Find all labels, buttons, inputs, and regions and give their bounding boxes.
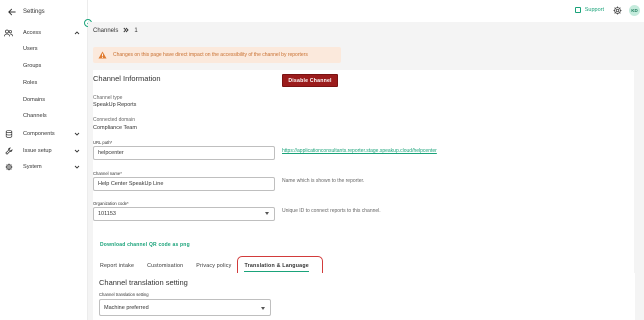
organization-code-select[interactable]: 101153 xyxy=(93,207,275,221)
avatar[interactable]: KD xyxy=(629,5,640,16)
wrench-icon xyxy=(4,147,13,156)
double-chevron-right-icon xyxy=(123,27,129,35)
breadcrumb-channels[interactable]: Channels xyxy=(93,28,118,34)
channel-information-heading: Channel Information xyxy=(93,74,161,83)
disable-channel-button[interactable]: Disable Channel xyxy=(282,74,338,87)
support-link[interactable]: Support xyxy=(574,7,604,13)
sidebar-section-access[interactable]: Access xyxy=(0,27,88,39)
top-bar: Support KD xyxy=(88,0,644,23)
url-path-label: URL path* xyxy=(93,140,113,145)
sidebar-section-label: System xyxy=(23,164,42,170)
reporter-url-link[interactable]: https://applicationconsultants.reporter.… xyxy=(282,148,437,154)
arrow-left-icon[interactable] xyxy=(7,7,17,17)
organization-code-label: Organization code* xyxy=(93,201,129,206)
warning-banner: Changes on this page have direct impact … xyxy=(93,47,341,63)
chevron-down-icon[interactable] xyxy=(74,131,80,137)
translation-setting-select[interactable]: Machine preferred xyxy=(99,299,271,316)
warning-text: Changes on this page have direct impact … xyxy=(113,52,308,58)
channel-type-label: Channel type xyxy=(93,95,123,101)
sidebar: Settings Access Users Groups Roles Domai… xyxy=(0,0,88,320)
breadcrumb-current: 1 xyxy=(134,28,138,34)
sidebar-item-domains[interactable]: Domains xyxy=(23,97,45,103)
support-icon xyxy=(574,7,581,13)
channel-name-label: Channel name* xyxy=(93,171,122,176)
tab-report-intake[interactable]: Report intake xyxy=(100,260,134,272)
channel-type-value: SpeakUp Reports xyxy=(93,102,137,108)
sidebar-item-roles[interactable]: Roles xyxy=(23,80,37,86)
caret-down-icon xyxy=(265,212,269,215)
tab-customisation[interactable]: Customisation xyxy=(147,260,183,272)
url-path-input[interactable]: helpcenter xyxy=(93,146,275,160)
translation-settings-panel: Channel translation setting Channel tran… xyxy=(93,273,635,320)
sidebar-section-issue-setup[interactable]: Issue setup xyxy=(0,145,88,157)
tab-privacy-policy[interactable]: Privacy policy xyxy=(196,260,231,272)
sidebar-header[interactable]: Settings xyxy=(7,7,45,17)
organization-code-help: Unique ID to connect reports to this cha… xyxy=(282,208,381,214)
translation-heading: Channel translation setting xyxy=(99,278,188,287)
chevron-down-icon[interactable] xyxy=(74,148,80,154)
sidebar-section-label: Access xyxy=(23,30,42,36)
connected-domain-label: Connected domain xyxy=(93,117,135,123)
support-label: Support xyxy=(584,7,604,13)
channel-name-input[interactable]: Help Center SpeakUp Line xyxy=(93,177,275,191)
breadcrumb: Channels 1 xyxy=(93,27,138,35)
chevron-down-icon[interactable] xyxy=(74,164,80,170)
organization-code-value: 101153 xyxy=(98,211,116,217)
database-icon xyxy=(4,130,13,139)
gear-icon xyxy=(4,163,13,172)
sidebar-item-channels[interactable]: Channels xyxy=(23,113,47,119)
chevron-up-icon[interactable] xyxy=(74,30,80,36)
download-qr-link[interactable]: Download channel QR code as png xyxy=(100,242,190,248)
sidebar-item-users[interactable]: Users xyxy=(23,46,38,52)
sidebar-section-system[interactable]: System xyxy=(0,161,88,173)
sidebar-section-label: Issue setup xyxy=(23,148,52,154)
url-path-value: helpcenter xyxy=(98,150,124,156)
users-icon xyxy=(4,29,13,38)
translation-setting-value: Machine preferred xyxy=(104,304,149,311)
channel-name-value: Help Center SpeakUp Line xyxy=(98,181,164,187)
sidebar-section-label: Components xyxy=(23,131,55,137)
sidebar-title: Settings xyxy=(23,9,45,15)
sidebar-section-components[interactable]: Components xyxy=(0,128,88,140)
translation-setting-label: Channel translation setting xyxy=(99,292,149,297)
settings-gear-icon[interactable] xyxy=(613,6,622,15)
sidebar-item-groups[interactable]: Groups xyxy=(23,63,41,69)
channel-name-help: Name which is shown to the reporter. xyxy=(282,178,365,184)
caret-down-icon xyxy=(261,307,265,310)
connected-domain-value: Compliance Team xyxy=(93,125,137,131)
warning-icon xyxy=(98,51,107,59)
